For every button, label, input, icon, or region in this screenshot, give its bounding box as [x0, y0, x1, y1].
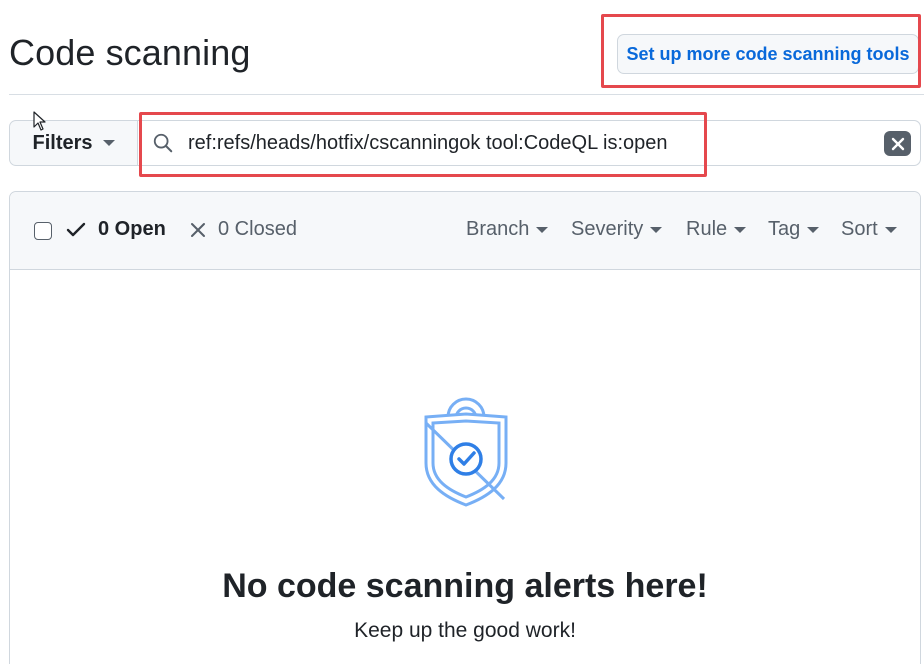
filters-label: Filters [32, 131, 93, 154]
setup-button-label: Set up more code scanning tools [626, 43, 910, 64]
search-icon [153, 133, 173, 153]
code-scanning-page: Code scanning Set up more code scanning … [0, 0, 924, 664]
filters-button[interactable]: Filters [10, 121, 138, 165]
tag-dropdown[interactable]: Tag [768, 218, 820, 241]
chevron-down-icon [884, 226, 897, 233]
sort-dropdown[interactable]: Sort [841, 218, 897, 241]
tab-closed-alerts[interactable]: 0 Closed [190, 218, 297, 241]
chevron-down-icon [650, 226, 663, 233]
rule-dropdown-label: Rule [686, 218, 728, 240]
clear-search-button[interactable] [884, 131, 911, 156]
x-icon [191, 222, 205, 237]
search-input[interactable] [188, 121, 878, 165]
chevron-down-icon [536, 226, 549, 233]
sort-dropdown-label: Sort [841, 218, 878, 240]
tag-dropdown-label: Tag [768, 218, 801, 240]
header-divider [9, 94, 924, 95]
chevron-down-icon [807, 226, 820, 233]
chevron-down-icon [734, 226, 747, 233]
tab-open-alerts[interactable]: 0 Open [66, 218, 166, 241]
check-icon [66, 222, 86, 236]
mouse-cursor-icon [33, 111, 46, 131]
shield-check-icon [424, 397, 508, 507]
empty-state-subtitle: Keep up the good work! [354, 619, 576, 642]
select-all-checkbox[interactable] [34, 222, 52, 240]
severity-dropdown[interactable]: Severity [571, 218, 663, 241]
empty-state-title: No code scanning alerts here! [222, 567, 708, 605]
alerts-panel: 0 Open 0 Closed Branch Severity Rule Tag… [9, 191, 921, 664]
filter-bar: Filters [9, 120, 921, 166]
search-container [138, 121, 920, 165]
chevron-down-icon [102, 140, 115, 146]
open-count-label: 0 Open [98, 218, 166, 240]
severity-dropdown-label: Severity [571, 218, 644, 240]
branch-dropdown[interactable]: Branch [466, 218, 549, 241]
setup-code-scanning-tools-button[interactable]: Set up more code scanning tools [617, 34, 919, 74]
x-icon [891, 137, 904, 150]
alerts-panel-header: 0 Open 0 Closed Branch Severity Rule Tag… [10, 192, 920, 270]
branch-dropdown-label: Branch [466, 218, 530, 240]
rule-dropdown[interactable]: Rule [686, 218, 747, 241]
page-title: Code scanning [9, 32, 251, 73]
closed-count-label: 0 Closed [218, 218, 297, 240]
